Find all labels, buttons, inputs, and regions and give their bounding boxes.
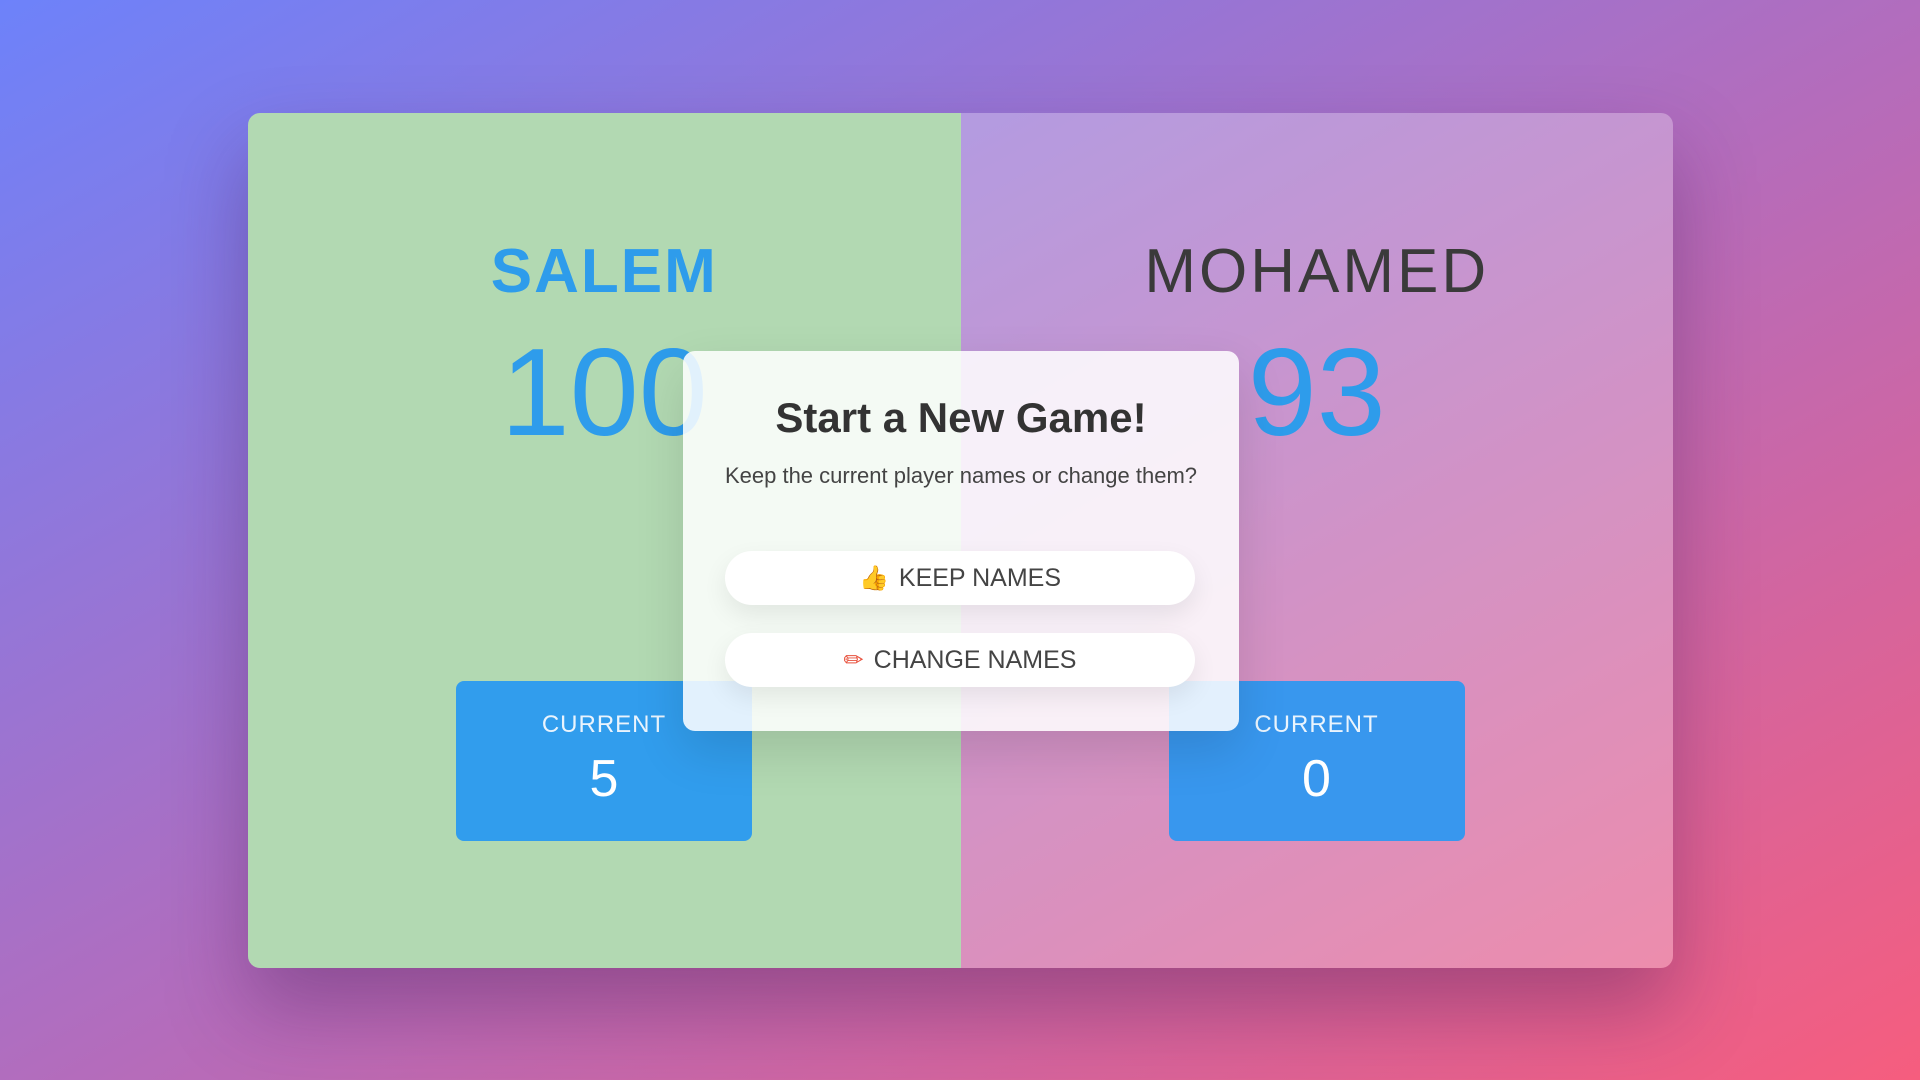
player-1-name: SALEM (490, 237, 718, 306)
change-names-button[interactable]: ✏ CHANGE NAMES (725, 633, 1195, 687)
new-game-modal: Start a New Game! Keep the current playe… (683, 351, 1239, 731)
player-2-name: MOHAMED (1144, 237, 1490, 306)
player-2-current-score: 0 (1302, 750, 1331, 808)
keep-names-label: KEEP NAMES (898, 563, 1061, 592)
player-1-current-score: 5 (589, 750, 619, 808)
thumbs-up-icon: 👍 (859, 564, 889, 592)
keep-names-button[interactable]: 👍 KEEP NAMES (725, 551, 1195, 605)
modal-title: Start a New Game! (775, 394, 1147, 441)
change-names-label: CHANGE NAMES (873, 645, 1077, 674)
pencil-icon: ✏ (843, 646, 864, 674)
modal-message: Keep the current player names or change … (724, 463, 1198, 489)
